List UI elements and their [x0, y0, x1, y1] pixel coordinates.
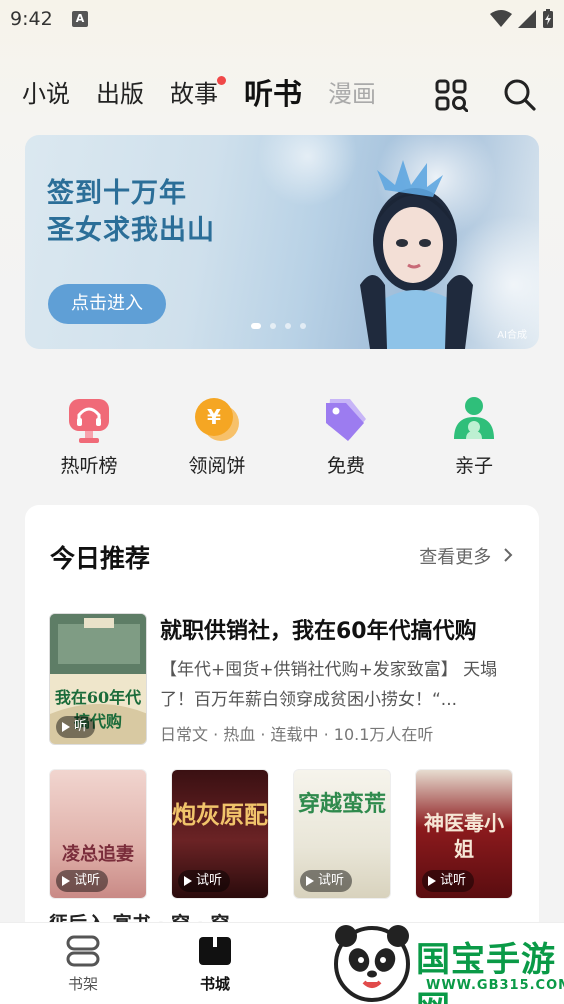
battery-icon [543, 9, 553, 28]
book-cover-row: 凌总追妻 试听 炮灰原配 试听 穿越蛮荒 试听 神医毒小姐 试听 [49, 769, 515, 901]
status-icons [490, 9, 554, 29]
banner-title-line1: 签到十万年 [47, 178, 187, 209]
preview-label: 试听 [74, 873, 101, 888]
wifi-icon [490, 10, 512, 27]
nav-label: 书城 [199, 975, 230, 993]
book-cover-1[interactable]: 凌总追妻 试听 [49, 769, 147, 899]
quick-link-label: 领阅饼 [188, 455, 246, 477]
signal-icon [518, 10, 536, 28]
cover-title-text: 凌总追妻 [62, 844, 134, 865]
quick-link-hot-chart[interactable]: 热听榜 [39, 393, 139, 478]
quick-link-label: 热听榜 [60, 455, 118, 477]
featured-book-description: 【年代+囤货+供销社代购+发家致富】 天塌了！百万年薪白领穿成贫困小捞女！“..… [160, 660, 498, 710]
banner-character-illustration [360, 160, 473, 349]
quick-link-coins[interactable]: ¥ 领阅饼 [167, 393, 267, 478]
featured-play-pill[interactable]: 听 [56, 716, 96, 738]
chevron-right-icon [504, 548, 513, 562]
svg-text:¥: ¥ [207, 405, 221, 429]
status-time: 9:42 [10, 8, 53, 30]
featured-book-cover[interactable]: 我在60年代搞代购 听 [49, 613, 147, 745]
nav-bookshelf[interactable]: 书架 [38, 935, 128, 994]
preview-button[interactable]: 试听 [56, 870, 109, 892]
quick-link-label: 亲子 [454, 455, 493, 477]
play-icon [306, 876, 314, 886]
tab-audiobook[interactable]: 听书 [244, 72, 302, 116]
quick-link-label: 免费 [326, 455, 365, 477]
tab-novel[interactable]: 小说 [22, 72, 70, 116]
preview-button[interactable]: 试听 [422, 870, 475, 892]
cover-title-text: 炮灰原配 [172, 800, 268, 829]
watermark-text: 国宝手游网 [416, 940, 556, 1004]
status-bar: 9:42 A [0, 0, 564, 38]
tab-story[interactable]: 故事 [170, 72, 226, 116]
tag-icon [326, 399, 366, 441]
book-icon [199, 937, 231, 965]
new-dot-badge [217, 76, 226, 85]
cover-title-text: 神医毒小姐 [424, 811, 504, 861]
bookshelf-icon [66, 935, 100, 967]
site-watermark: 国宝手游网 WWW.GB315.COM [330, 920, 564, 1004]
banner-title-line2: 圣女求我出山 [47, 215, 215, 246]
banner-carousel[interactable]: 签到十万年 圣女求我出山 点击进入 AI合成 [25, 135, 539, 349]
cover-title-text: 穿越蛮荒 [297, 791, 386, 817]
coin-icon: ¥ [195, 398, 239, 441]
family-icon [454, 397, 494, 439]
quick-link-free[interactable]: 免费 [296, 393, 396, 478]
ai-generated-label: AI合成 [497, 330, 527, 341]
nav-bookstore[interactable]: 书城 [170, 935, 260, 994]
preview-label: 试听 [196, 873, 223, 888]
tab-publish[interactable]: 出版 [96, 72, 144, 116]
banner-dot[interactable] [270, 323, 276, 329]
featured-book-meta: 日常文 · 热血 · 连载中 · 10.1万人在听 [160, 725, 434, 744]
tab-comic[interactable]: 漫画 [328, 72, 376, 116]
see-more-link[interactable]: 查看更多 [419, 543, 513, 569]
preview-button[interactable]: 试听 [300, 870, 353, 892]
preview-label: 试听 [318, 873, 345, 888]
banner-enter-button[interactable]: 点击进入 [48, 284, 166, 324]
banner-title: 签到十万年 圣女求我出山 [47, 175, 215, 249]
banner-dot[interactable] [285, 323, 291, 329]
book-cover-2[interactable]: 炮灰原配 试听 [171, 769, 269, 899]
play-icon [184, 876, 192, 886]
grid-icon[interactable] [434, 78, 468, 112]
preview-button[interactable]: 试听 [178, 870, 231, 892]
panda-logo-icon [334, 925, 410, 1002]
book-cover-4[interactable]: 神医毒小姐 试听 [415, 769, 513, 899]
see-more-label: 查看更多 [419, 547, 492, 568]
quick-link-parenting[interactable]: 亲子 [424, 393, 524, 478]
play-icon [62, 722, 70, 732]
top-tabs: 小说 出版 故事 听书 漫画 [22, 72, 402, 116]
watermark-url: WWW.GB315.COM [426, 978, 564, 993]
quick-links: 热听榜 ¥ 领阅饼 免费 亲子 [0, 393, 564, 483]
nav-label: 书架 [67, 975, 98, 993]
banner-dot[interactable] [300, 323, 306, 329]
headphone-trophy-icon [69, 399, 109, 443]
banner-pagination [251, 323, 306, 329]
recommend-title: 今日推荐 [50, 544, 151, 573]
featured-play-label: 听 [74, 719, 88, 734]
preview-label: 试听 [440, 873, 467, 888]
banner-dot-active[interactable] [251, 323, 261, 329]
play-icon [428, 876, 436, 886]
recommend-card: 今日推荐 查看更多 我在60年代搞代购 听 就职供销社，我在60年代搞代购 【年… [25, 505, 539, 935]
tab-story-label: 故事 [170, 80, 218, 108]
search-icon[interactable] [503, 78, 537, 112]
featured-book-title[interactable]: 就职供销社，我在60年代搞代购 [160, 613, 520, 645]
book-cover-3[interactable]: 穿越蛮荒 试听 [293, 769, 391, 899]
notification-a-icon: A [72, 11, 88, 27]
play-icon [62, 876, 70, 886]
